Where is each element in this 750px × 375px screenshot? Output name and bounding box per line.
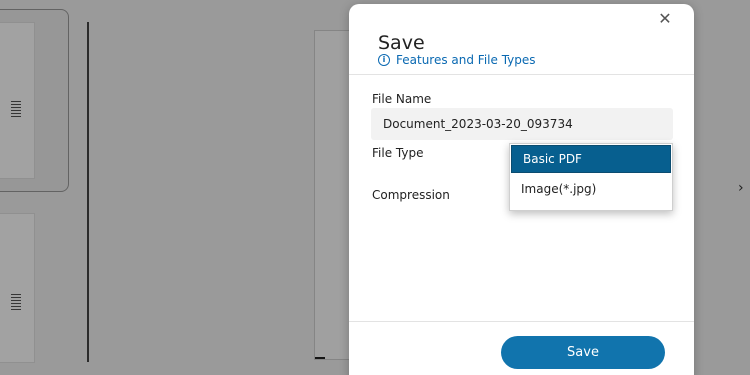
file-type-option-basic-pdf[interactable]: Basic PDF (511, 145, 671, 173)
close-icon[interactable]: ✕ (656, 10, 674, 28)
features-link-label: Features and File Types (396, 53, 536, 67)
file-type-label: File Type (372, 146, 424, 160)
scan-app-window: › ✕ Save i Features and File Types File … (0, 0, 750, 375)
footer-divider (349, 321, 694, 322)
info-icon: i (378, 54, 390, 66)
file-type-dropdown-list[interactable]: Basic PDF Image(*.jpg) (509, 143, 673, 211)
file-name-label: File Name (372, 92, 432, 106)
file-name-input[interactable] (371, 108, 673, 140)
features-and-file-types-link[interactable]: i Features and File Types (378, 53, 536, 67)
save-dialog: ✕ Save i Features and File Types File Na… (349, 4, 694, 375)
dialog-title: Save (378, 32, 425, 54)
save-button[interactable]: Save (501, 336, 665, 369)
file-type-option-image-jpg[interactable]: Image(*.jpg) (510, 174, 672, 204)
header-divider (349, 74, 694, 75)
compression-label: Compression (372, 188, 450, 202)
